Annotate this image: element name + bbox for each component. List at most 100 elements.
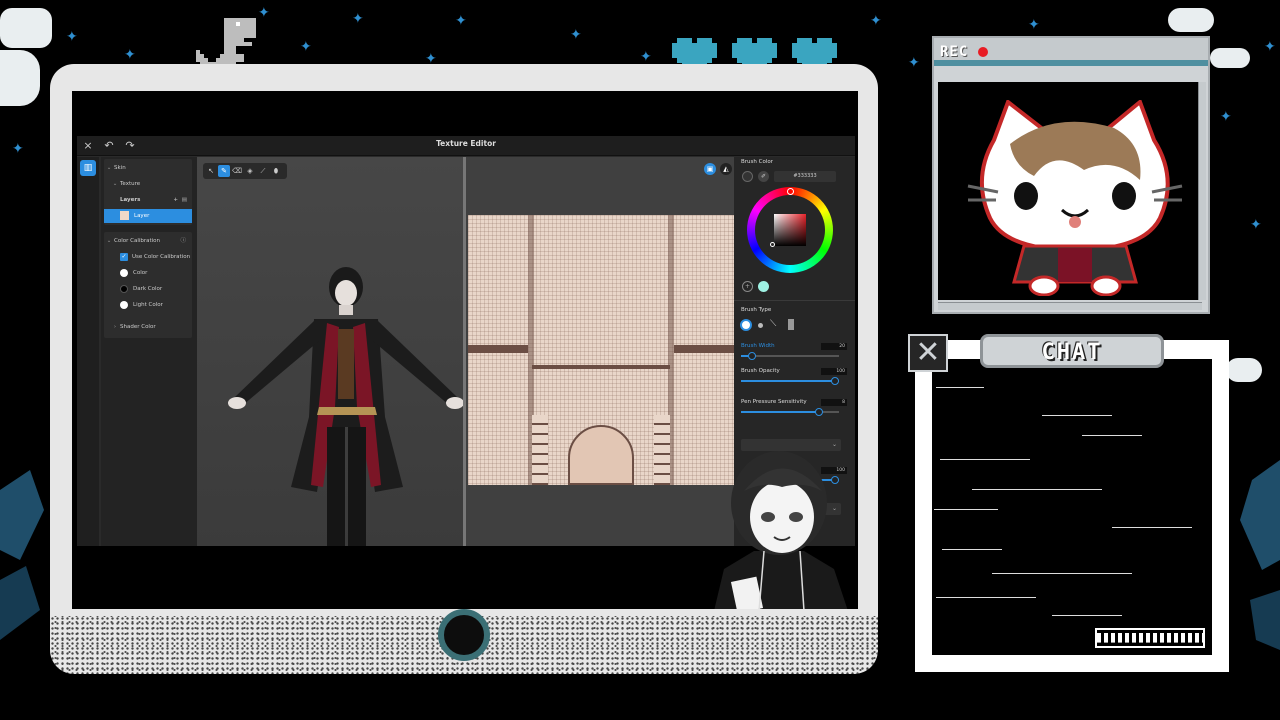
color-calibration-label: Color Calibration: [114, 238, 161, 244]
eraser-tool-icon[interactable]: ⌫: [231, 165, 243, 177]
texture-header[interactable]: ⌄ Texture: [104, 177, 192, 191]
hex-color-input[interactable]: #333333: [774, 171, 836, 182]
side-panel: ⌄ Skin ⌄ Texture Layers + ▤ Layer ⌄ Color Cal…: [101, 157, 197, 546]
light-color-label: Light Color: [133, 302, 163, 308]
dark-color-label: Dark Color: [133, 286, 163, 292]
horizontal-scrollbar[interactable]: [938, 302, 1202, 310]
brush-color-label: Brush Color: [741, 159, 773, 165]
add-color-icon[interactable]: +: [742, 281, 753, 292]
tool-bar: ↖ ✎ ⌫ ◈ ⟋ ⬮: [203, 163, 287, 179]
skin-section: ⌄ Skin ⌄ Texture Layers + ▤ Layer: [104, 159, 192, 225]
eyedropper-tool-icon[interactable]: ⬮: [270, 165, 282, 177]
static-line: [1082, 435, 1142, 436]
pen-pressure-value[interactable]: 8: [821, 399, 847, 406]
color-row[interactable]: Color: [104, 266, 192, 280]
chat-label: CHAT: [1041, 340, 1103, 365]
select-tool-icon[interactable]: ↖: [205, 165, 217, 177]
uv-island: [654, 415, 670, 485]
power-button[interactable]: [438, 609, 490, 661]
soft-brush-icon[interactable]: [758, 323, 763, 328]
window-title: Texture Editor: [436, 139, 496, 148]
layer-thumbnail: [120, 211, 129, 220]
line-brush-icon[interactable]: ⟍: [770, 319, 776, 329]
battery-icon: [1095, 628, 1205, 648]
webcam-content: [938, 82, 1202, 300]
fill-tool-icon[interactable]: ◈: [244, 165, 256, 177]
static-line: [936, 597, 1036, 598]
brush-tool-icon[interactable]: ✎: [218, 165, 230, 177]
sparkle-icon: ✦: [66, 29, 78, 45]
sparkle-icon: ✦: [352, 11, 364, 27]
brush-width-value[interactable]: 20: [821, 343, 847, 350]
slider-knob[interactable]: [748, 352, 756, 360]
layer-item-label: Layer: [134, 213, 150, 219]
dark-color-swatch[interactable]: [120, 284, 128, 293]
static-line: [1042, 415, 1112, 416]
cloud-decoration: [1210, 48, 1250, 68]
brush-type-label: Brush Type: [741, 307, 772, 313]
light-color-swatch[interactable]: [120, 300, 128, 309]
uv-seam: [674, 345, 734, 353]
saturation-value-square[interactable]: [774, 214, 806, 246]
color-wheel-center: [755, 195, 825, 265]
info-icon[interactable]: ⓘ: [180, 234, 186, 248]
shader-color-header[interactable]: › Shader Color: [104, 320, 192, 334]
crystal-decoration: [1240, 460, 1280, 650]
chat-window: [915, 340, 1229, 672]
color-swatch[interactable]: [120, 268, 128, 277]
texture-brush-icon[interactable]: [788, 319, 794, 330]
cloud-decoration: [0, 50, 40, 106]
round-brush-icon[interactable]: [740, 319, 752, 331]
static-line: [936, 387, 984, 388]
hue-handle[interactable]: [787, 188, 794, 195]
view-mode-icon[interactable]: ▣: [704, 163, 716, 175]
layer-item[interactable]: Layer: [104, 209, 192, 223]
uv-seam: [532, 365, 670, 369]
uv-texture-view[interactable]: ▣ ◭: [466, 157, 734, 546]
current-color-swatch[interactable]: [742, 171, 753, 182]
sparkle-icon: ✦: [1220, 109, 1232, 125]
grid-mode-icon[interactable]: ◭: [720, 163, 732, 175]
layers-label: Layers: [120, 197, 141, 203]
vertical-scrollbar[interactable]: [1198, 82, 1206, 300]
slider-knob[interactable]: [815, 408, 823, 416]
eyedropper-icon[interactable]: ✐: [758, 171, 769, 182]
3d-viewport[interactable]: ↖ ✎ ⌫ ◈ ⟋ ⬮: [197, 157, 463, 546]
skin-label: Skin: [114, 165, 126, 171]
slider-knob[interactable]: [831, 377, 839, 385]
cat-mascot: [967, 100, 1183, 296]
add-layer-icon[interactable]: +: [173, 193, 178, 207]
saved-color-swatch[interactable]: [758, 281, 769, 292]
brush-opacity-value[interactable]: 100: [821, 368, 847, 375]
brush-width-slider[interactable]: [741, 352, 839, 360]
color-calibration-header[interactable]: ⌄ Color Calibration ⓘ: [104, 234, 192, 248]
uv-seam: [468, 345, 528, 353]
avatar-model: [228, 267, 463, 546]
panel-toggle-button[interactable]: ▥: [80, 160, 96, 176]
checkbox-icon[interactable]: ✓: [120, 252, 128, 261]
brush-width-label: Brush Width: [741, 343, 775, 349]
static-line: [1052, 615, 1122, 616]
layer-menu-icon[interactable]: ▤: [182, 193, 187, 207]
brush-opacity-slider[interactable]: [741, 377, 839, 385]
color-wheel[interactable]: [747, 187, 833, 273]
webcam-window: REC: [932, 36, 1210, 314]
texture-label: Texture: [120, 181, 141, 187]
light-color-row[interactable]: Light Color: [104, 298, 192, 312]
monitor-frame: × ↶ ↷ Texture Editor ▥ ⌄ Skin ⌄ Texture La…: [50, 64, 878, 674]
use-color-calibration-row[interactable]: ✓ Use Color Calibration: [104, 250, 192, 264]
monitor-screen: × ↶ ↷ Texture Editor ▥ ⌄ Skin ⌄ Texture La…: [72, 91, 858, 609]
cloud-decoration: [1168, 8, 1214, 32]
shader-color-label: Shader Color: [120, 324, 156, 330]
sparkle-icon: ✦: [12, 141, 24, 157]
static-line: [934, 509, 998, 510]
static-line: [1112, 527, 1192, 528]
pen-pressure-slider[interactable]: [741, 408, 839, 416]
color-label: Color: [133, 270, 148, 276]
close-icon[interactable]: ✕: [908, 334, 948, 372]
uv-island: [568, 425, 634, 485]
dark-color-row[interactable]: Dark Color: [104, 282, 192, 296]
line-tool-icon[interactable]: ⟋: [257, 165, 269, 177]
color-picker-handle[interactable]: [770, 242, 775, 247]
skin-header[interactable]: ⌄ Skin: [104, 161, 192, 175]
